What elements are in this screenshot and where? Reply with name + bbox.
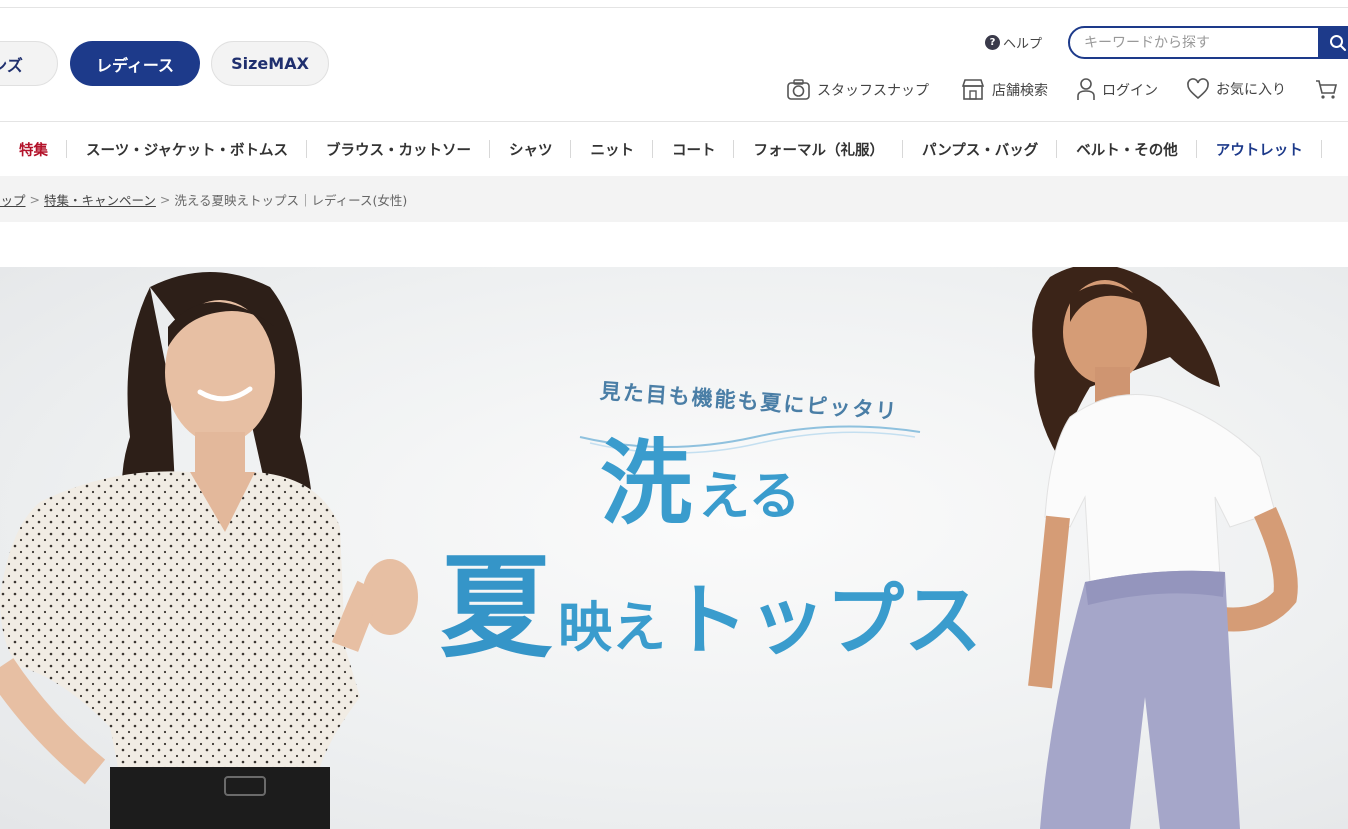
tab-mens-label: メンズ bbox=[0, 55, 23, 75]
breadcrumb-current: 洗える夏映えトップス｜レディース(女性) bbox=[174, 192, 408, 208]
hero-headline-rest: える bbox=[698, 466, 801, 527]
heart-icon bbox=[1187, 78, 1209, 100]
nav-item-feature[interactable]: 特集 bbox=[0, 139, 67, 160]
nav-item-coat[interactable]: コート bbox=[653, 139, 735, 160]
store-icon bbox=[961, 79, 985, 100]
tab-ladies-label: レディース bbox=[95, 55, 175, 75]
store-search-label: 店舗検索 bbox=[992, 82, 1048, 99]
favorites-label: お気に入り bbox=[1216, 82, 1286, 98]
login-label: ログイン bbox=[1102, 82, 1158, 99]
model-right-image bbox=[1028, 267, 1298, 829]
breadcrumb-separator: > bbox=[159, 191, 171, 207]
search-input[interactable] bbox=[1070, 28, 1320, 57]
hero-headline-tops: トップス bbox=[670, 575, 983, 666]
tab-sizemax[interactable]: SizeMAX bbox=[211, 41, 329, 86]
tab-ladies[interactable]: レディース bbox=[70, 41, 200, 86]
category-nav: 特集 スーツ・ジャケット・ボトムス ブラウス・カットソー シャツ ニット コート… bbox=[0, 122, 1348, 176]
hero-headline-summer: 夏 bbox=[440, 542, 552, 673]
breadcrumb: トップ > 特集・キャンペーン > 洗える夏映えトップス｜レディース(女性) bbox=[0, 176, 1348, 222]
breadcrumb-separator: > bbox=[29, 191, 40, 207]
question-icon: ? bbox=[985, 35, 1000, 50]
store-search-link[interactable]: 店舗検索 bbox=[960, 77, 1048, 102]
hero-headline-char-big: 洗 bbox=[600, 429, 693, 537]
favorites-link[interactable]: お気に入り bbox=[1186, 77, 1286, 101]
breadcrumb-top-link[interactable]: トップ bbox=[0, 190, 26, 209]
search-box bbox=[1068, 26, 1348, 59]
nav-item-formal[interactable]: フォーマル（礼服） bbox=[734, 139, 903, 160]
nav-item-knit[interactable]: ニット bbox=[571, 139, 653, 160]
nav-item-blouses[interactable]: ブラウス・カットソー bbox=[307, 139, 490, 160]
hero-banner[interactable]: 見た目も機能も夏にピッタリ 洗 える 夏 映え トップス bbox=[0, 267, 1348, 829]
nav-item-shirts[interactable]: シャツ bbox=[490, 139, 572, 160]
login-link[interactable]: ログイン bbox=[1076, 77, 1158, 102]
search-icon bbox=[1330, 34, 1346, 51]
staff-snap-link[interactable]: スタッフスナップ bbox=[786, 77, 929, 102]
search-button[interactable] bbox=[1318, 26, 1348, 59]
cart-link[interactable] bbox=[1314, 77, 1344, 101]
hero-headline-bae: 映え bbox=[558, 595, 666, 659]
nav-item-pumps-bags[interactable]: パンプス・バッグ bbox=[903, 139, 1058, 160]
tab-sizemax-label: SizeMAX bbox=[231, 54, 309, 73]
nav-item-belts-other[interactable]: ベルト・その他 bbox=[1057, 139, 1197, 160]
camera-icon bbox=[787, 79, 810, 100]
nav-item-outlet[interactable]: アウトレット bbox=[1197, 139, 1322, 160]
hero-headline-line2: 夏 映え トップス bbox=[440, 552, 982, 664]
hero-headline-line1: 洗 える bbox=[600, 437, 800, 529]
breadcrumb-campaign-link[interactable]: 特集・キャンペーン bbox=[44, 190, 156, 209]
top-divider bbox=[0, 7, 1348, 8]
nav-item-suits[interactable]: スーツ・ジャケット・ボトムス bbox=[67, 139, 307, 160]
staff-snap-label: スタッフスナップ bbox=[817, 82, 929, 99]
model-left-image bbox=[0, 272, 418, 829]
tab-mens[interactable]: メンズ bbox=[0, 41, 58, 86]
help-link[interactable]: ? ヘルプ bbox=[985, 33, 1042, 52]
help-label: ヘルプ bbox=[1003, 37, 1043, 52]
user-icon bbox=[1077, 78, 1095, 100]
cart-icon bbox=[1316, 80, 1338, 99]
